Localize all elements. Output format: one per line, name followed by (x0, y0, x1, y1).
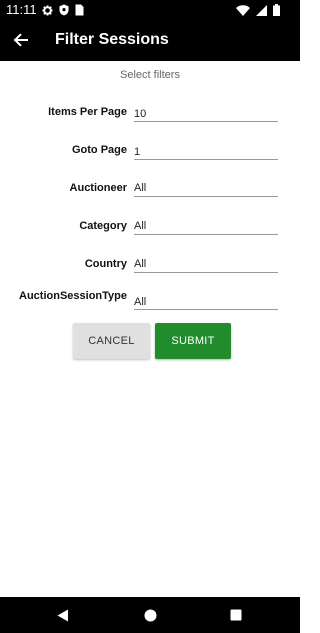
sim-card-icon (75, 4, 84, 16)
country-value: All (134, 258, 147, 270)
back-button[interactable] (10, 29, 32, 51)
items-per-page-input[interactable] (134, 105, 278, 123)
auction-session-type-value: All (134, 296, 147, 308)
nav-recents-button[interactable] (227, 606, 245, 624)
submit-button[interactable]: SUBMIT (155, 323, 231, 359)
goto-page-row: Goto Page (0, 140, 300, 170)
category-value: All (134, 220, 147, 232)
status-bar: 11:11 (0, 0, 300, 20)
category-select[interactable]: All (134, 217, 278, 235)
circle-home-icon (144, 609, 156, 621)
system-nav-bar (0, 597, 300, 633)
battery-icon (273, 4, 280, 16)
nav-home-button[interactable] (141, 606, 159, 624)
country-select[interactable]: All (134, 255, 278, 273)
goto-page-input[interactable] (134, 143, 278, 161)
arrow-left-icon (13, 33, 28, 47)
goto-page-label: Goto Page (71, 144, 127, 156)
items-per-page-label: Items Per Page (48, 106, 127, 118)
items-per-page-field[interactable] (134, 104, 278, 123)
status-left-icons (42, 3, 84, 17)
auctioneer-row: Auctioneer All (0, 178, 300, 208)
page-title: Filter Sessions (55, 31, 169, 48)
triangle-back-icon (57, 609, 68, 621)
gear-icon (42, 4, 53, 16)
auction-session-type-row: AuctionSessionType All (0, 288, 300, 318)
status-time: 11:11 (6, 2, 37, 17)
auction-session-type-select[interactable]: All (134, 292, 278, 310)
auctioneer-select[interactable]: All (134, 179, 278, 197)
subtitle: Select filters (120, 69, 180, 81)
status-right-icons (236, 3, 280, 17)
items-per-page-row: Items Per Page (0, 102, 300, 132)
app-bar: Filter Sessions (0, 20, 300, 61)
country-row: Country All (0, 254, 300, 284)
category-row: Category All (0, 216, 300, 246)
cancel-button[interactable]: CANCEL (73, 323, 150, 359)
square-recents-icon (230, 609, 242, 621)
signal-icon (256, 4, 267, 16)
auction-session-type-label: AuctionSessionType (19, 290, 127, 302)
nav-back-button[interactable] (54, 606, 72, 624)
shield-icon (59, 4, 69, 16)
category-label: Category (79, 220, 127, 232)
country-label: Country (84, 258, 127, 270)
goto-page-field[interactable] (134, 142, 278, 161)
wifi-icon (236, 4, 250, 16)
auctioneer-value: All (134, 182, 147, 194)
auctioneer-label: Auctioneer (69, 182, 127, 194)
